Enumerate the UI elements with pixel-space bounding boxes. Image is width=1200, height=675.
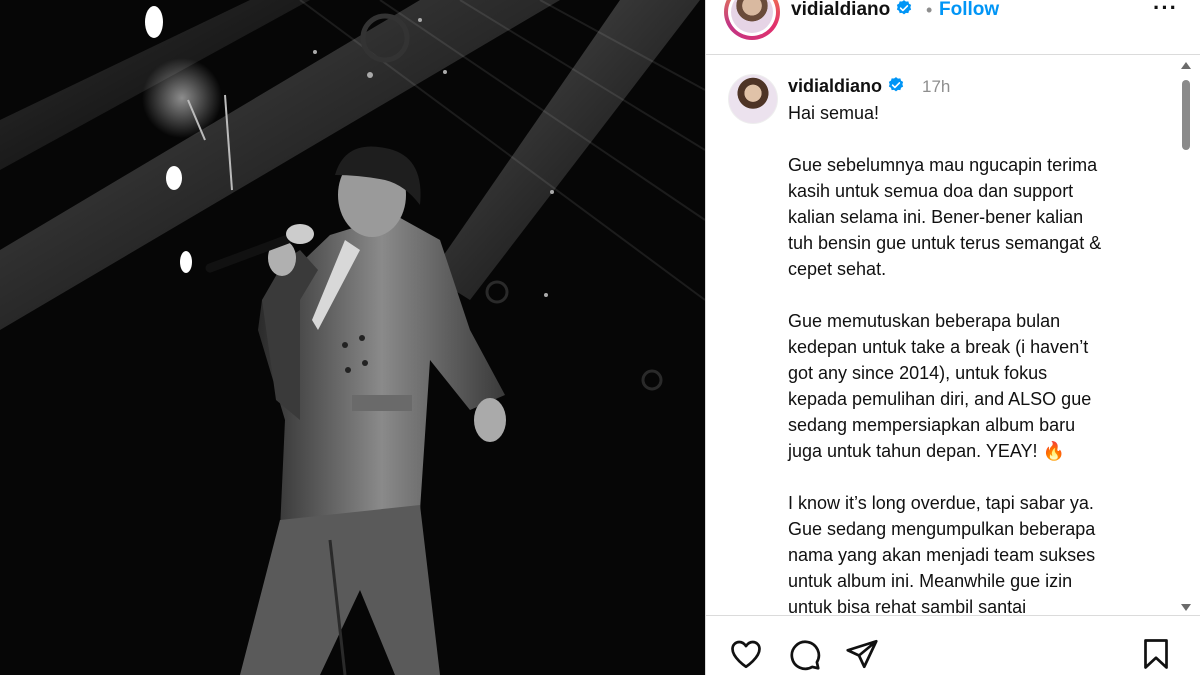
- scroll-up-arrow-icon[interactable]: [1181, 62, 1191, 69]
- header-separator: •: [926, 0, 933, 20]
- caption-author-username-text[interactable]: vidialdiano: [788, 76, 882, 96]
- more-options-icon[interactable]: ···: [1153, 0, 1178, 19]
- concert-photo: [0, 0, 705, 675]
- caption-paragraph-3: Gue memutuskan beberapa bulan kedepan un…: [788, 308, 1160, 464]
- caption-paragraph-4: I know it’s long overdue, tapi sabar ya.…: [788, 493, 1096, 615]
- heart-icon[interactable]: [728, 636, 764, 672]
- caption-comment: vidialdiano 17h Hai semua! Gue sebelumny…: [706, 56, 1200, 615]
- comment-bubble-icon[interactable]: [786, 636, 822, 672]
- fire-emoji-icon: 🔥: [1042, 441, 1065, 461]
- caption-paragraph-1: Hai semua!: [788, 103, 880, 123]
- caption-text: Hai semua! Gue sebelumnya mau ngucapin t…: [788, 100, 1160, 615]
- author-avatar[interactable]: [724, 0, 780, 40]
- caption-author-username[interactable]: vidialdiano: [788, 76, 905, 97]
- post-side-panel: vidialdiano • Follow ··· vidialdiano 17h…: [705, 0, 1200, 675]
- verified-badge-icon: [897, 0, 912, 15]
- caption-paragraph-3-text: Gue memutuskan beberapa bulan kedepan un…: [788, 311, 1092, 461]
- post-header: vidialdiano • Follow ···: [706, 0, 1200, 55]
- verified-badge-icon: [888, 77, 904, 92]
- scroll-thumb[interactable]: [1182, 80, 1190, 150]
- author-username-text[interactable]: vidialdiano: [791, 0, 890, 20]
- caption-author-avatar[interactable]: [728, 74, 778, 124]
- caption-scrollbar[interactable]: [1178, 60, 1194, 613]
- caption-paragraph-2: Gue sebelumnya mau ngucapin terima kasih…: [788, 155, 1102, 279]
- caption-timestamp[interactable]: 17h: [922, 77, 950, 97]
- post-photo[interactable]: [0, 0, 705, 675]
- author-username[interactable]: vidialdiano: [791, 0, 913, 21]
- bookmark-icon[interactable]: [1138, 636, 1174, 672]
- send-icon[interactable]: [844, 636, 880, 672]
- follow-button[interactable]: Follow: [939, 0, 999, 21]
- post-action-bar: [706, 615, 1200, 675]
- scroll-down-arrow-icon[interactable]: [1181, 604, 1191, 611]
